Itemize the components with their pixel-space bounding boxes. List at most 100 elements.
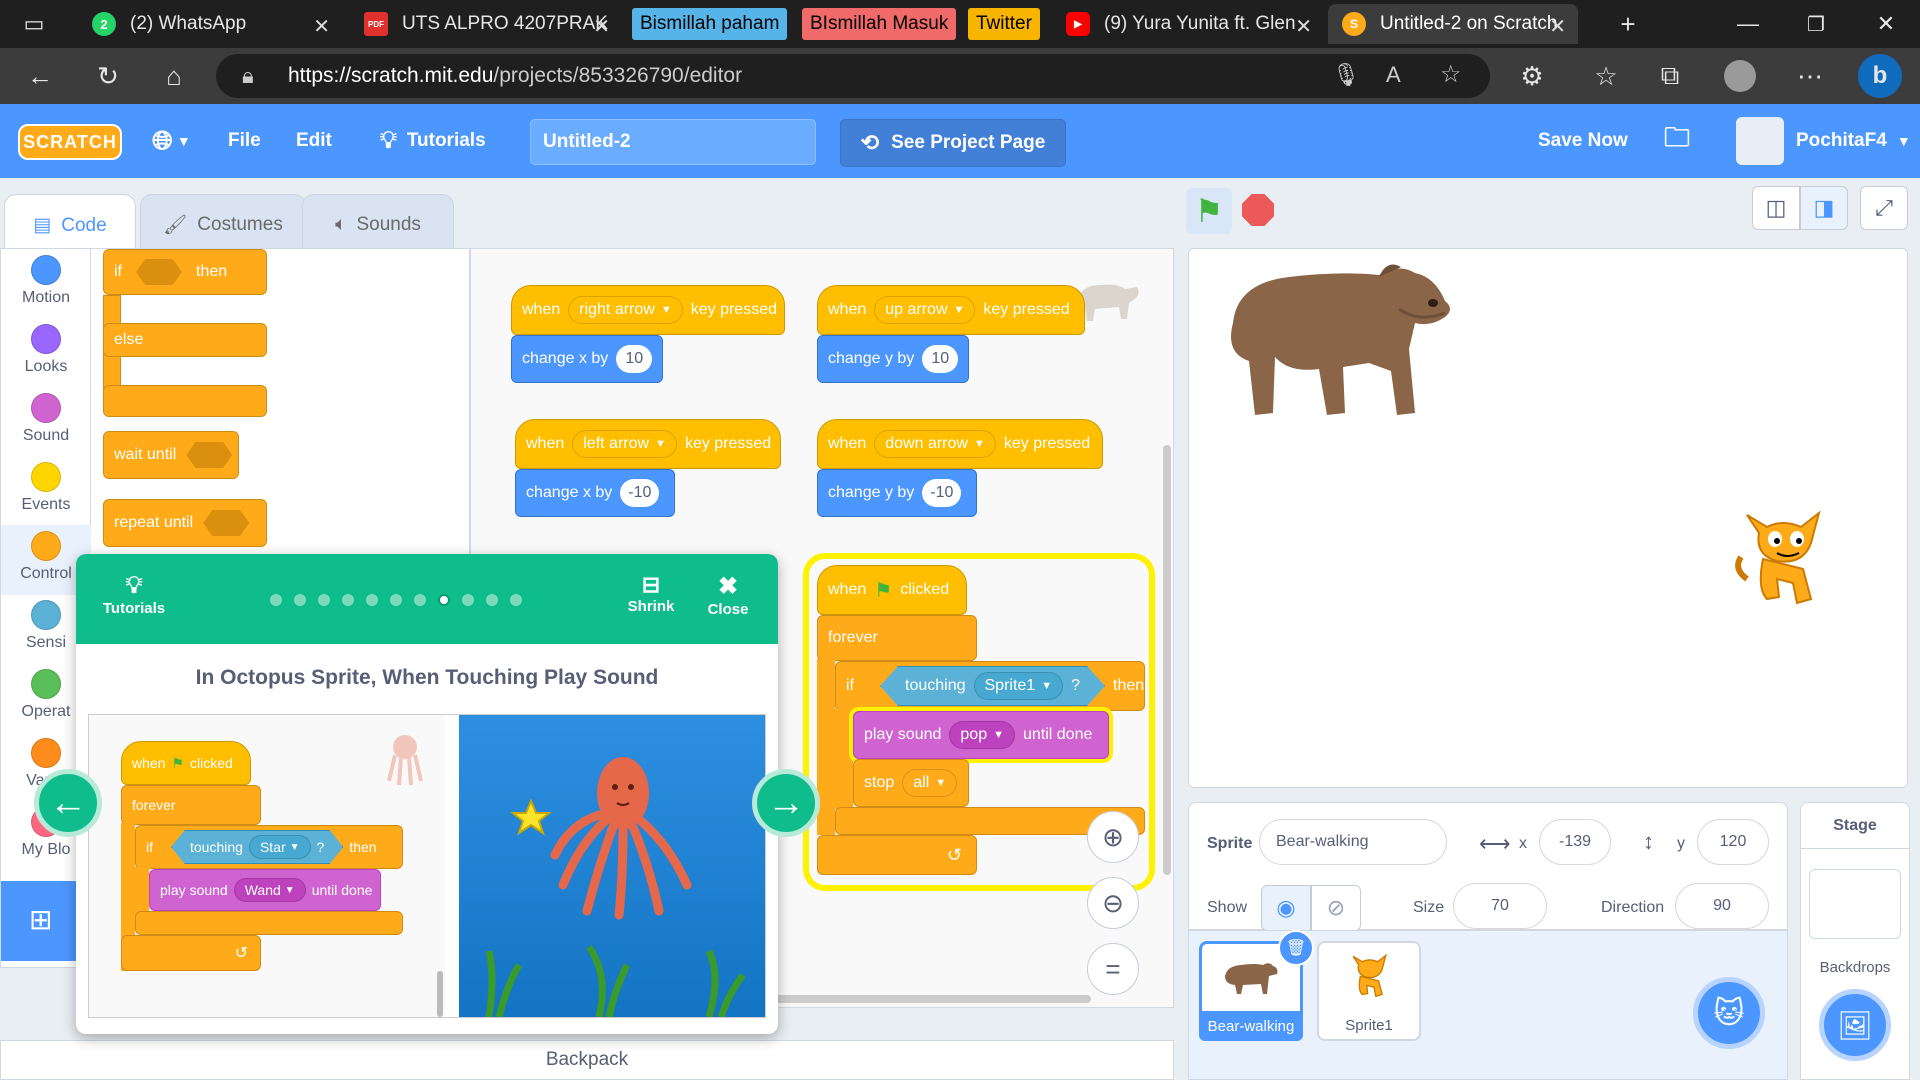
number-input[interactable]: 10: [616, 345, 653, 373]
window-icon[interactable]: ▭: [16, 6, 52, 42]
fullscreen-button[interactable]: ⤢: [1860, 186, 1908, 230]
x-position-input[interactable]: [1539, 819, 1611, 865]
more-icon[interactable]: ⋯: [1792, 58, 1828, 94]
profile-icon[interactable]: [1722, 58, 1758, 94]
extensions-icon[interactable]: ⚙: [1514, 58, 1550, 94]
step-dot[interactable]: [390, 594, 402, 606]
change-y-block[interactable]: change y by 10: [817, 335, 969, 383]
boolean-slot[interactable]: [136, 259, 182, 285]
stop-sign-button[interactable]: [1242, 194, 1274, 226]
change-x-block[interactable]: change x by -10: [515, 469, 675, 517]
boolean-slot[interactable]: [203, 510, 250, 536]
when-key-pressed-hat[interactable]: when down arrow ▼ key pressed: [817, 419, 1103, 469]
favorites-icon[interactable]: ☆: [1588, 58, 1624, 94]
key-dropdown[interactable]: down arrow ▼: [874, 430, 996, 458]
step-dot[interactable]: [462, 594, 474, 606]
url-field[interactable]: 🔒︎ https://scratch.mit.edu/projects/8533…: [216, 54, 1490, 98]
small-stage-button[interactable]: ◫: [1752, 186, 1800, 230]
y-position-input[interactable]: [1697, 819, 1769, 865]
play-sound-until-done-block[interactable]: play sound pop ▼ until done: [853, 711, 1109, 759]
sprite-name-input[interactable]: [1259, 819, 1447, 865]
shrink-button[interactable]: ⊟ Shrink: [616, 572, 686, 615]
sound-dropdown[interactable]: pop ▼: [949, 721, 1015, 749]
tab-code[interactable]: ▤ Code: [4, 194, 136, 256]
close-tutorial-button[interactable]: ✖ Close: [698, 572, 758, 618]
palette-repeat-until-block[interactable]: repeat until: [103, 499, 267, 547]
change-y-block[interactable]: change y by -10: [817, 469, 977, 517]
choose-backdrop-button[interactable]: 🖼︎: [1819, 989, 1891, 1061]
stage-target-pane[interactable]: Stage Backdrops 🖼︎: [1800, 802, 1910, 1080]
sprite-dropdown[interactable]: Sprite1 ▼: [973, 672, 1064, 700]
scratch-logo[interactable]: SCRATCH: [18, 124, 122, 160]
sprite-thumb-sprite1[interactable]: Sprite1: [1317, 941, 1421, 1041]
bookmark-bismillah-paham[interactable]: Bismillah paham: [632, 8, 788, 40]
key-dropdown[interactable]: up arrow ▼: [874, 296, 976, 324]
next-step-button[interactable]: →: [752, 769, 820, 837]
hide-sprite-button[interactable]: ⊘: [1311, 885, 1361, 931]
tab-costumes[interactable]: 🖌︎ Costumes: [140, 194, 306, 256]
stage-canvas[interactable]: [1188, 248, 1908, 788]
normal-stage-button[interactable]: ◨: [1800, 186, 1848, 230]
tab-sounds[interactable]: 🔈︎ Sounds: [302, 194, 454, 256]
tutorials-menu[interactable]: 💡︎ Tutorials: [380, 104, 486, 178]
choose-sprite-button[interactable]: 🐱︎: [1693, 977, 1765, 1049]
tab-youtube[interactable]: ▶ (9) Yura Yunita ft. Glen ✕: [1052, 4, 1324, 44]
key-dropdown[interactable]: left arrow ▼: [572, 430, 677, 458]
tutorial-card[interactable]: 💡︎ Tutorials ⊟ Shrink ✖ Close In Octopus Sp…: [76, 554, 778, 1034]
reload-icon[interactable]: ↻: [90, 58, 126, 94]
when-key-pressed-hat[interactable]: when left arrow ▼ key pressed: [515, 419, 781, 469]
bookmark-twitter[interactable]: Twitter: [968, 8, 1040, 40]
number-input[interactable]: 10: [922, 345, 959, 373]
tutorials-button[interactable]: 💡︎ Tutorials: [94, 572, 174, 617]
category-motion[interactable]: Motion: [1, 255, 91, 307]
step-dot[interactable]: [510, 594, 522, 606]
size-input[interactable]: [1453, 883, 1547, 929]
step-dot[interactable]: [294, 594, 306, 606]
stop-dropdown[interactable]: all ▼: [902, 769, 958, 797]
back-icon[interactable]: ←: [22, 58, 58, 94]
collections-icon[interactable]: ⧉: [1652, 58, 1688, 94]
number-input[interactable]: -10: [922, 479, 962, 507]
restore-icon[interactable]: ❐: [1798, 6, 1834, 42]
zoom-out-button[interactable]: ⊖: [1087, 877, 1139, 929]
backpack-bar[interactable]: Backpack: [0, 1040, 1174, 1080]
new-tab-icon[interactable]: +: [1610, 6, 1646, 42]
zoom-reset-button[interactable]: =: [1087, 943, 1139, 995]
step-dot[interactable]: [486, 594, 498, 606]
account-menu[interactable]: PochitaF4 ▼: [1736, 104, 1911, 178]
category-sound[interactable]: Sound: [1, 393, 91, 445]
horizontal-scrollbar[interactable]: [771, 995, 1091, 1003]
tab-uts-alpro[interactable]: PDF UTS ALPRO 4207PRAK ✕: [350, 4, 622, 44]
vertical-scrollbar[interactable]: [1163, 445, 1171, 875]
close-icon[interactable]: ✕: [593, 14, 610, 39]
minimize-icon[interactable]: —: [1730, 6, 1766, 42]
cat-sprite1[interactable]: [1727, 499, 1837, 609]
close-icon[interactable]: ✕: [1295, 14, 1312, 39]
forever-block[interactable]: forever: [817, 615, 977, 661]
when-key-pressed-hat[interactable]: when right arrow ▼ key pressed: [511, 285, 785, 335]
step-dot[interactable]: [438, 594, 450, 606]
step-dot[interactable]: [366, 594, 378, 606]
globe-icon[interactable]: 🌐︎ ▼: [152, 104, 191, 178]
close-window-icon[interactable]: ✕: [1868, 6, 1904, 42]
stage-thumbnail[interactable]: [1809, 869, 1901, 939]
palette-if-else-block[interactable]: if then: [103, 249, 267, 295]
home-icon[interactable]: ⌂: [156, 58, 192, 94]
file-menu[interactable]: File: [228, 104, 261, 178]
microphone-icon[interactable]: 🎙︎: [1332, 62, 1360, 88]
boolean-slot[interactable]: [186, 442, 233, 468]
save-now-button[interactable]: Save Now: [1538, 104, 1628, 178]
bear-walking-sprite[interactable]: [1219, 253, 1465, 425]
if-then-block[interactable]: if touching Sprite1 ▼? then: [835, 661, 1145, 711]
bookmark-bismillah-masuk[interactable]: BIsmillah Masuk: [802, 8, 957, 40]
step-dot[interactable]: [318, 594, 330, 606]
change-x-block[interactable]: change x by 10: [511, 335, 663, 383]
edit-menu[interactable]: Edit: [296, 104, 332, 178]
palette-wait-until-block[interactable]: wait until: [103, 431, 239, 479]
see-project-page-button[interactable]: ⟲ See Project Page: [840, 119, 1066, 167]
number-input[interactable]: -10: [620, 479, 660, 507]
category-events[interactable]: Events: [1, 462, 91, 514]
key-dropdown[interactable]: right arrow ▼: [568, 296, 683, 324]
close-icon[interactable]: ✕: [313, 14, 330, 39]
tab-scratch[interactable]: S Untitled-2 on Scratch ✕: [1328, 4, 1578, 44]
